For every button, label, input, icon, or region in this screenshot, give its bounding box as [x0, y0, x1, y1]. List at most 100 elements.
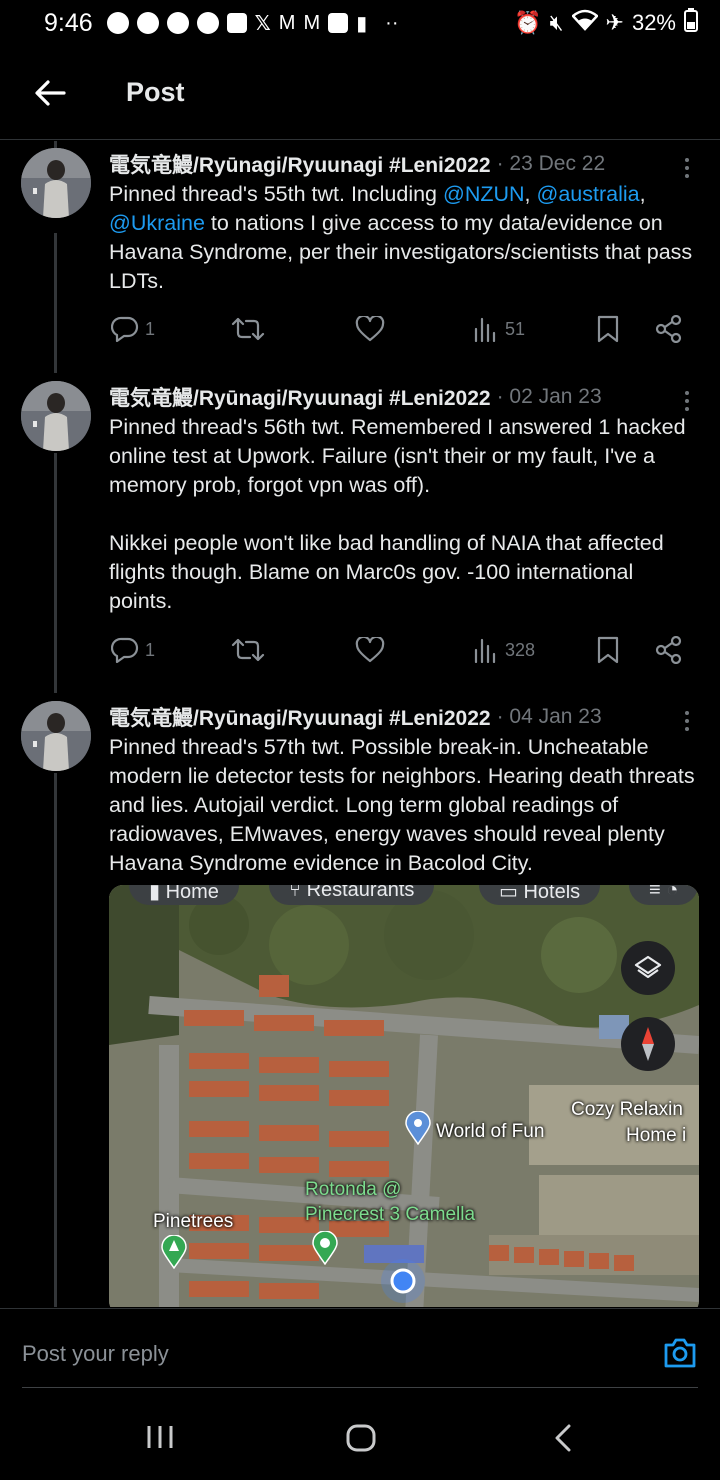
- reply-input[interactable]: Post your reply: [22, 1341, 169, 1367]
- like-button[interactable]: [355, 309, 385, 349]
- recents-button[interactable]: [146, 1424, 174, 1455]
- tweet-date[interactable]: · 23 Dec 22: [497, 152, 606, 176]
- author-name[interactable]: 電気竜鰻/Ryūnagi/Ryuunagi #Leni2022: [109, 382, 491, 412]
- repost-icon: [231, 638, 265, 662]
- mention-link[interactable]: @australia: [537, 182, 640, 206]
- tweet-actions: 1 51: [109, 309, 699, 349]
- tweet-text: Pinned thread's 55th twt. Including @NZU…: [109, 182, 693, 293]
- author-name[interactable]: 電気竜鰻/Ryūnagi/Ryuunagi #Leni2022: [109, 149, 491, 179]
- map-label-cozy: Cozy Relaxin: [571, 1099, 683, 1120]
- map-screenshot-image[interactable]: ▮ Home ⑂ Restaurants ▭ Hotels ≡ ◔ World …: [109, 885, 699, 1307]
- views-button[interactable]: 328: [473, 630, 535, 670]
- gmail-icon: M: [278, 11, 296, 34]
- twitch-icon: [226, 13, 247, 33]
- tweet-header: 電気竜鰻/Ryūnagi/Ryuunagi #Leni2022 · 02 Jan…: [109, 382, 699, 412]
- tweet[interactable]: 電気竜鰻/Ryūnagi/Ryuunagi #Leni2022 · 02 Jan…: [0, 378, 720, 698]
- satellite-map: [109, 885, 699, 1307]
- reply-button[interactable]: 1: [111, 630, 155, 670]
- tweet-actions: 1 328: [109, 630, 699, 670]
- battery-percent: 32%: [631, 10, 676, 35]
- map-chip-more[interactable]: ≡ ◔: [629, 885, 699, 905]
- share-icon: [655, 636, 682, 664]
- views-icon: [474, 638, 496, 663]
- bookmark-icon: [597, 315, 619, 343]
- views-button[interactable]: 51: [473, 309, 525, 349]
- tweet[interactable]: 電気竜鰻/Ryūnagi/Ryuunagi #Leni2022 · 04 Jan…: [0, 698, 720, 1307]
- tweet-header: 電気竜鰻/Ryūnagi/Ryuunagi #Leni2022 · 23 Dec…: [109, 149, 699, 179]
- back-icon: [555, 1424, 571, 1452]
- reply-count: 1: [145, 318, 156, 339]
- more-options-button[interactable]: [672, 153, 702, 183]
- camera-button[interactable]: [662, 1335, 698, 1371]
- messenger-icon-2: [136, 12, 159, 34]
- camera-icon: [664, 1338, 696, 1368]
- airplane-icon: ✈: [605, 10, 624, 35]
- avatar[interactable]: [21, 701, 91, 771]
- park-pin-icon: [161, 1235, 187, 1269]
- reply-count: 1: [145, 639, 156, 660]
- map-chip-restaurants[interactable]: ⑂ Restaurants: [269, 885, 435, 905]
- more-notifications-icon: ··: [385, 11, 399, 34]
- status-time: 9:46: [44, 8, 93, 37]
- alarm-icon: ⏰: [514, 10, 542, 35]
- author-name[interactable]: 電気竜鰻/Ryūnagi/Ryuunagi #Leni2022: [109, 702, 491, 732]
- mention-link[interactable]: @Ukraine: [109, 211, 205, 235]
- compass-icon: [642, 1027, 654, 1061]
- status-bar: 9:46 𝕏 M M ▮ ·· ⏰ 🔇︎ ✈ 32%: [0, 0, 720, 46]
- map-label-rotonda: Rotonda @: [305, 1179, 402, 1200]
- view-count: 51: [505, 318, 526, 339]
- thread[interactable]: 電気竜鰻/Ryūnagi/Ryuunagi #Leni2022 · 23 Dec…: [0, 141, 720, 1307]
- map-label-cozy-home: Home i: [626, 1125, 687, 1146]
- avatar[interactable]: [21, 381, 91, 451]
- reddit-icon: [196, 12, 219, 34]
- battery-icon: [684, 8, 698, 38]
- layers-button[interactable]: [621, 941, 675, 995]
- map-chip-hotels[interactable]: ▭ Hotels: [479, 885, 601, 905]
- person-icon: ▮: [356, 12, 368, 35]
- bookmark-icon: [597, 636, 619, 664]
- bookmark-button[interactable]: [596, 309, 620, 349]
- gmail-icon-2: M: [303, 11, 321, 34]
- like-button[interactable]: [355, 630, 385, 670]
- page-title: Post: [126, 77, 185, 107]
- wifi-icon: [570, 9, 599, 37]
- tweet-paragraph: Pinned thread's 56th twt. Remembered I a…: [109, 415, 686, 497]
- back-button[interactable]: [20, 63, 80, 123]
- more-options-button[interactable]: [672, 706, 702, 736]
- map-label-world-of-fun: World of Fun: [436, 1121, 545, 1142]
- repost-button[interactable]: [231, 309, 265, 349]
- chat-icon: [328, 13, 349, 33]
- home-button[interactable]: [346, 1424, 376, 1457]
- more-options-button[interactable]: [672, 386, 702, 416]
- x-icon: 𝕏: [254, 12, 271, 35]
- nav-back-button[interactable]: [554, 1424, 572, 1457]
- view-count: 328: [505, 639, 536, 660]
- tweet-text: Pinned thread's 57th twt. Possible break…: [109, 735, 695, 875]
- compass-button[interactable]: [621, 1017, 675, 1071]
- views-icon: [474, 317, 496, 342]
- map-chip-home[interactable]: ▮ Home: [129, 885, 239, 905]
- tweet-date[interactable]: · 04 Jan 23: [497, 705, 602, 729]
- reply-icon: [111, 637, 139, 663]
- messenger-icon: [106, 12, 129, 34]
- share-icon: [655, 315, 682, 343]
- map-pin-icon: [405, 1111, 431, 1145]
- share-button[interactable]: [655, 630, 683, 670]
- avatar[interactable]: [21, 148, 91, 218]
- tweet-paragraph: Nikkei people won't like bad handling of…: [109, 531, 664, 613]
- share-button[interactable]: [655, 309, 683, 349]
- mention-link[interactable]: @NZUN: [443, 182, 525, 206]
- heart-icon: [355, 637, 385, 663]
- reply-composer: Post your reply: [0, 1308, 720, 1388]
- repost-button[interactable]: [231, 630, 265, 670]
- tweet[interactable]: 電気竜鰻/Ryūnagi/Ryuunagi #Leni2022 · 23 Dec…: [0, 145, 720, 375]
- home-icon: [346, 1424, 376, 1452]
- tweet-date[interactable]: · 02 Jan 23: [497, 385, 602, 409]
- tweet-text: Pinned thread's 56th twt. Remembered I a…: [109, 413, 699, 616]
- poi-pin-icon: [312, 1231, 338, 1265]
- tweet-header: 電気竜鰻/Ryūnagi/Ryuunagi #Leni2022 · 04 Jan…: [109, 702, 699, 732]
- layers-icon: [634, 955, 662, 979]
- bookmark-button[interactable]: [596, 630, 620, 670]
- top-app-bar: Post: [0, 46, 720, 140]
- reply-button[interactable]: 1: [111, 309, 155, 349]
